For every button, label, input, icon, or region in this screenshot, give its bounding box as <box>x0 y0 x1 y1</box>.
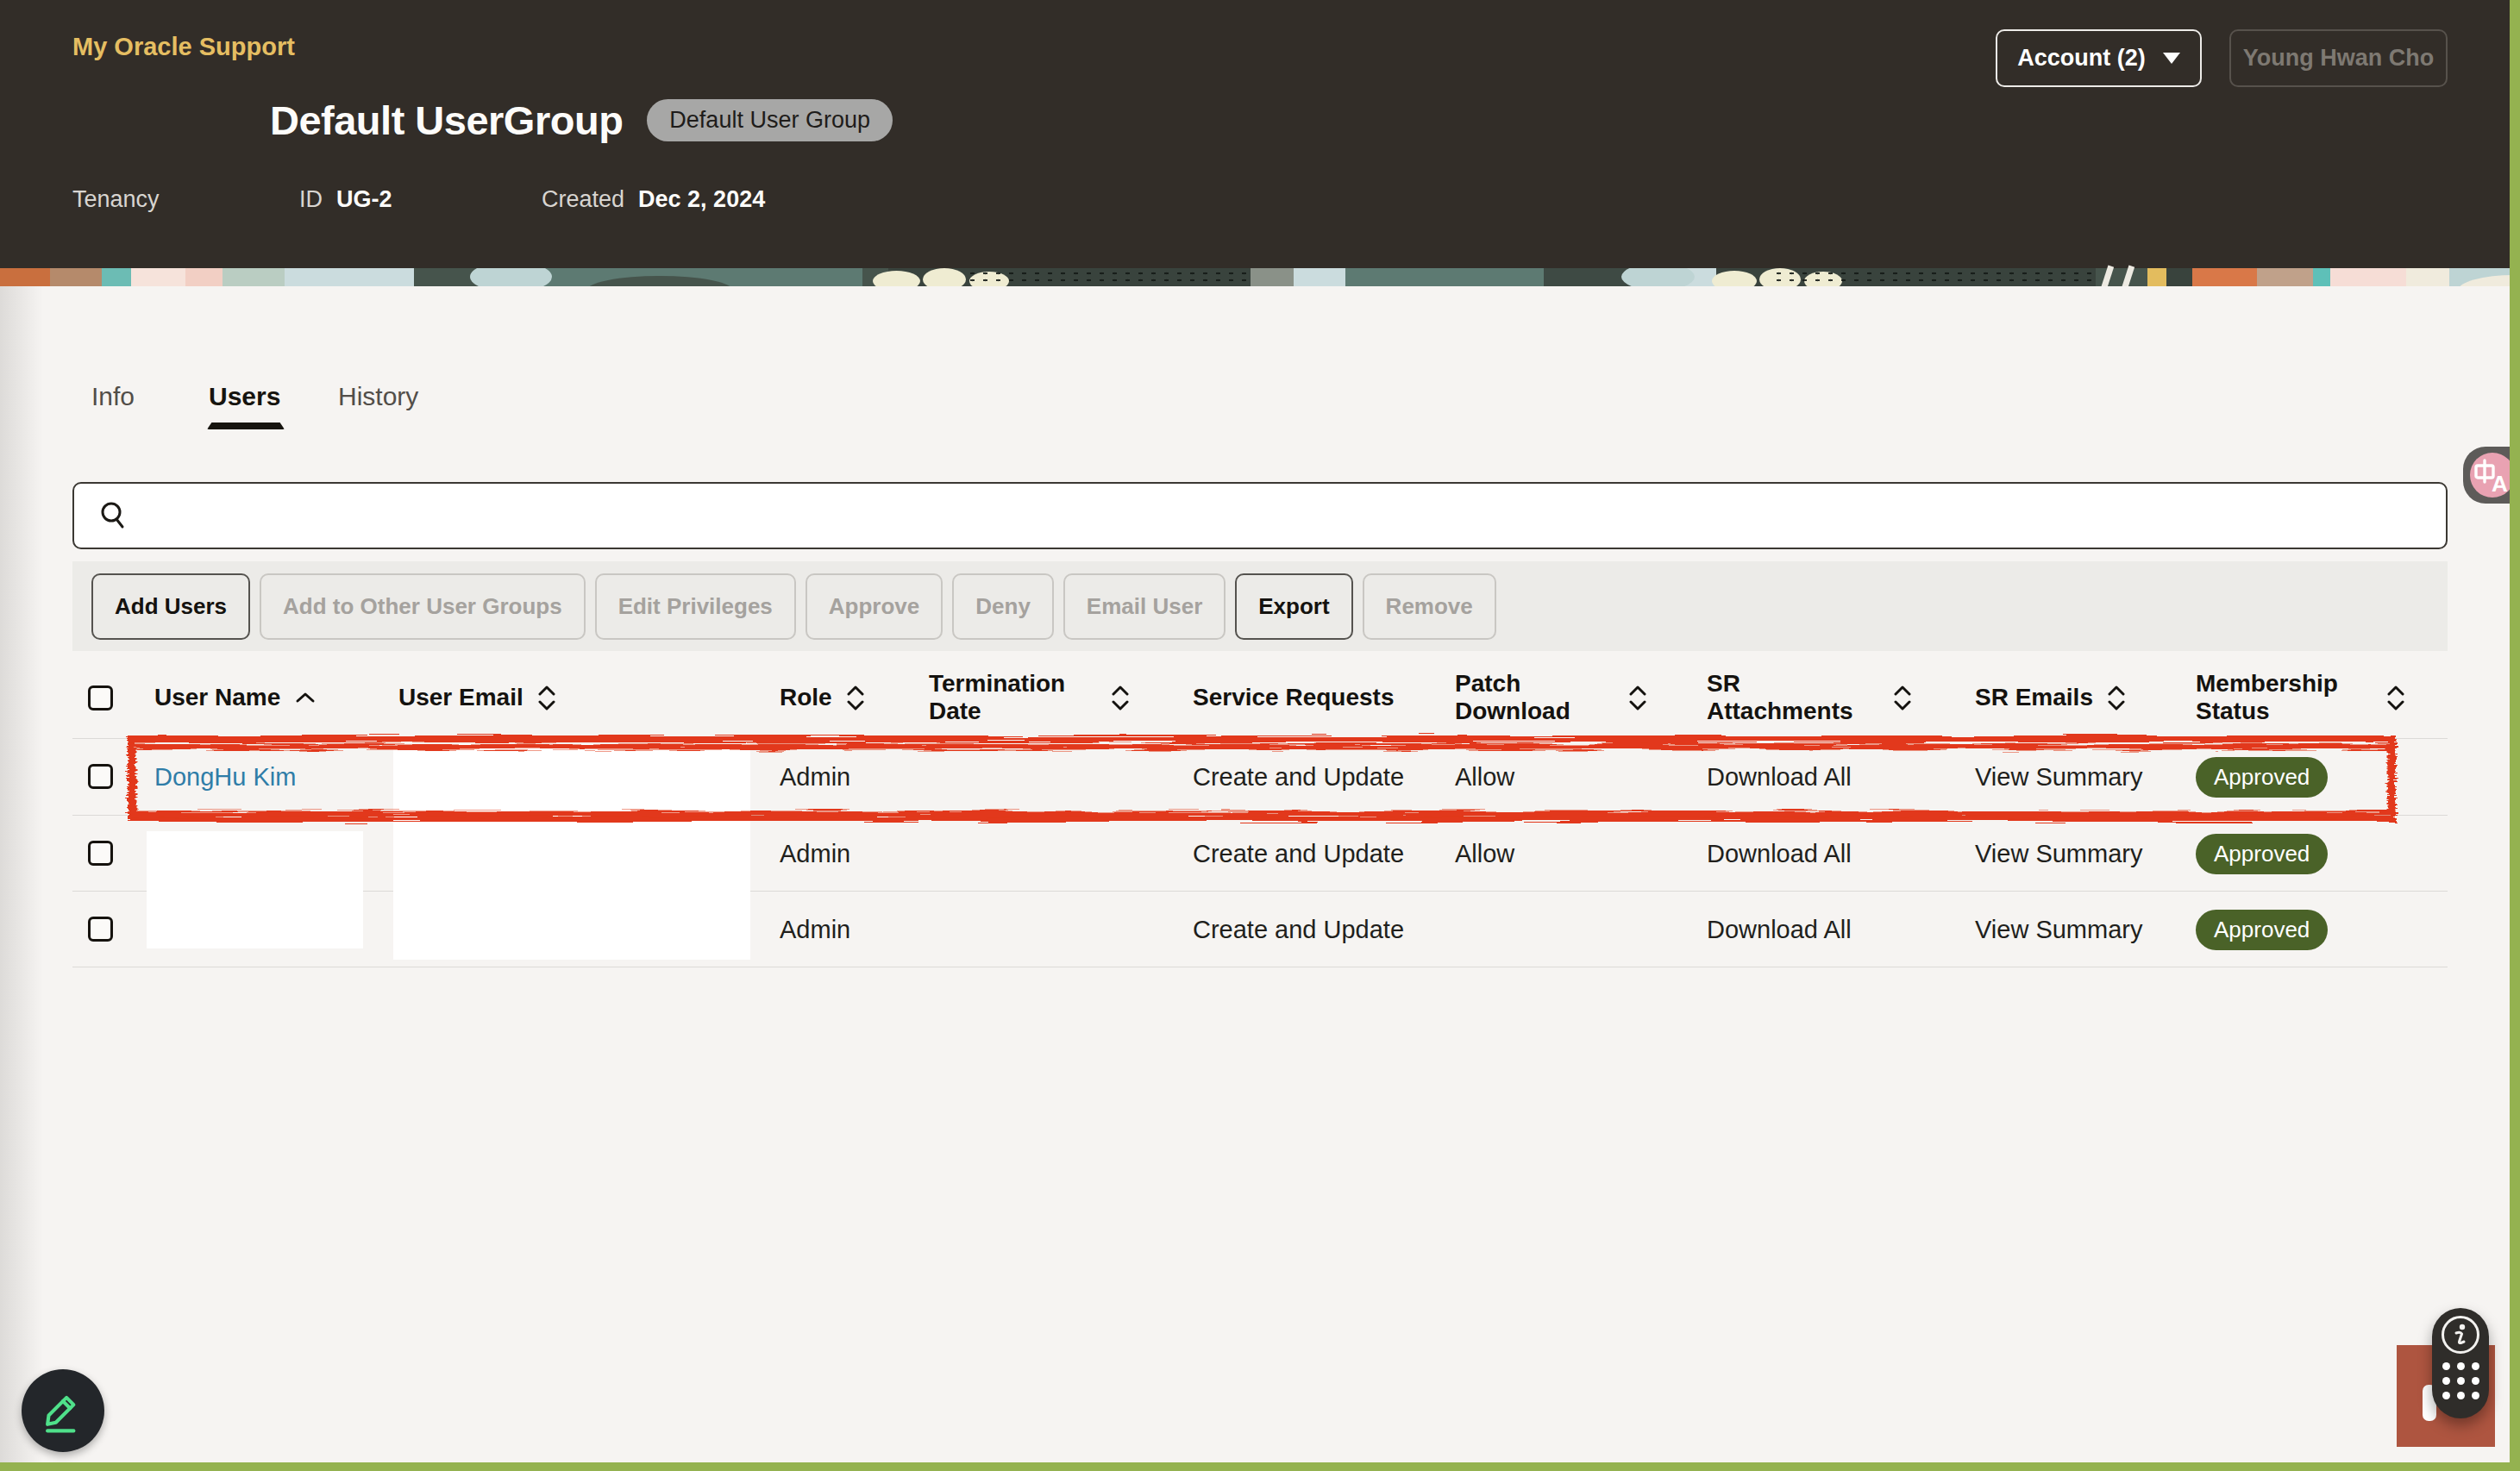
sr-attachments-cell: Download All <box>1707 816 1852 892</box>
pencil-icon <box>34 1382 91 1439</box>
approve-button[interactable]: Approve <box>806 573 943 640</box>
membership-status-badge: Approved <box>2196 757 2328 798</box>
role-cell: Admin <box>780 892 850 967</box>
id-value: UG-2 <box>336 186 392 213</box>
deny-button[interactable]: Deny <box>952 573 1054 640</box>
translate-icon: A <box>2470 453 2515 498</box>
decorative-dots <box>1772 270 2096 285</box>
created-value: Dec 2, 2024 <box>638 186 765 213</box>
membership-status-badge: Approved <box>2196 910 2328 950</box>
service-requests-cell: Create and Update <box>1193 816 1404 892</box>
actions-toolbar: Add Users Add to Other User Groups Edit … <box>72 561 2448 651</box>
apps-grid-icon[interactable] <box>2442 1362 2479 1399</box>
redaction-box-email <box>393 744 750 960</box>
column-sr-attachments[interactable]: SR Attachments <box>1707 657 1912 738</box>
user-button[interactable]: Young Hwan Cho <box>2229 29 2448 87</box>
page: My Oracle Support Account (2) Young Hwan… <box>0 0 2520 1471</box>
sort-icon <box>537 685 556 710</box>
tab-users[interactable]: Users <box>209 382 280 411</box>
row-checkbox[interactable] <box>88 764 113 789</box>
screen-share-border-bottom <box>0 1462 2520 1471</box>
decorative-dots <box>966 270 1251 285</box>
sr-emails-cell: View Summary <box>1975 892 2142 967</box>
column-membership-status[interactable]: Membership Status <box>2196 657 2405 738</box>
row-checkbox[interactable] <box>88 917 113 942</box>
tab-info[interactable]: Info <box>91 382 135 411</box>
service-requests-cell: Create and Update <box>1193 892 1404 967</box>
sort-icon <box>1111 685 1130 710</box>
select-all-checkbox[interactable] <box>88 685 113 710</box>
column-service-requests[interactable]: Service Requests <box>1193 657 1394 738</box>
column-role[interactable]: Role <box>780 657 865 738</box>
row-checkbox[interactable] <box>88 841 113 866</box>
user-button-label: Young Hwan Cho <box>2243 45 2434 72</box>
patch-download-cell: Allow <box>1455 739 1514 815</box>
user-name-link[interactable]: DongHu Kim <box>154 763 296 792</box>
membership-status-badge: Approved <box>2196 834 2328 874</box>
redaction-box-name <box>147 831 363 948</box>
tenancy-label: Tenancy <box>72 186 160 213</box>
service-requests-cell: Create and Update <box>1193 739 1404 815</box>
add-users-button[interactable]: Add Users <box>91 573 250 640</box>
sort-icon <box>1893 685 1912 710</box>
sr-emails-cell: View Summary <box>1975 739 2142 815</box>
export-button[interactable]: Export <box>1235 573 1352 640</box>
column-user-email[interactable]: User Email <box>398 657 556 738</box>
sort-icon <box>846 685 865 710</box>
tab-history[interactable]: History <box>338 382 418 411</box>
chevron-down-icon <box>2163 53 2180 64</box>
info-icon[interactable] <box>2442 1316 2479 1354</box>
patch-download-cell: Allow <box>1455 816 1514 892</box>
page-title: Default UserGroup <box>270 97 623 144</box>
decorative-banner <box>0 268 2520 286</box>
sort-icon <box>2107 685 2126 710</box>
header: My Oracle Support Account (2) Young Hwan… <box>0 0 2520 268</box>
column-termination-date[interactable]: Termination Date <box>929 657 1130 738</box>
remove-button[interactable]: Remove <box>1363 573 1496 640</box>
add-to-other-user-groups-button[interactable]: Add to Other User Groups <box>260 573 586 640</box>
column-sr-emails[interactable]: SR Emails <box>1975 657 2126 738</box>
sort-icon <box>2386 685 2405 710</box>
edit-fab-button[interactable] <box>22 1369 104 1452</box>
sr-attachments-cell: Download All <box>1707 739 1852 815</box>
search-bar[interactable] <box>72 482 2448 549</box>
search-icon <box>98 500 129 531</box>
edit-privileges-button[interactable]: Edit Privileges <box>595 573 796 640</box>
column-patch-download[interactable]: Patch Download <box>1455 657 1647 738</box>
help-widget[interactable] <box>2432 1308 2489 1418</box>
table-header: User Name User Email Role Termination Da… <box>72 657 2448 738</box>
search-input[interactable] <box>147 502 2446 529</box>
id-label: ID <box>299 186 323 213</box>
column-user-name[interactable]: User Name <box>154 657 317 738</box>
role-cell: Admin <box>780 739 850 815</box>
screen-share-border-right <box>2510 0 2520 1471</box>
email-user-button[interactable]: Email User <box>1063 573 1226 640</box>
sort-ascending-icon <box>294 691 317 704</box>
account-dropdown-label: Account (2) <box>2017 45 2146 72</box>
svg-text:A: A <box>2492 471 2508 495</box>
brand-title: My Oracle Support <box>72 33 295 61</box>
usergroup-badge: Default User Group <box>647 99 893 141</box>
active-tab-indicator <box>207 423 285 429</box>
header-meta: Tenancy ID UG-2 Created Dec 2, 2024 <box>0 186 2520 221</box>
sr-attachments-cell: Download All <box>1707 892 1852 967</box>
created-label: Created <box>542 186 624 213</box>
sort-icon <box>1628 685 1647 710</box>
sr-emails-cell: View Summary <box>1975 816 2142 892</box>
role-cell: Admin <box>780 816 850 892</box>
account-dropdown-button[interactable]: Account (2) <box>1996 29 2202 87</box>
